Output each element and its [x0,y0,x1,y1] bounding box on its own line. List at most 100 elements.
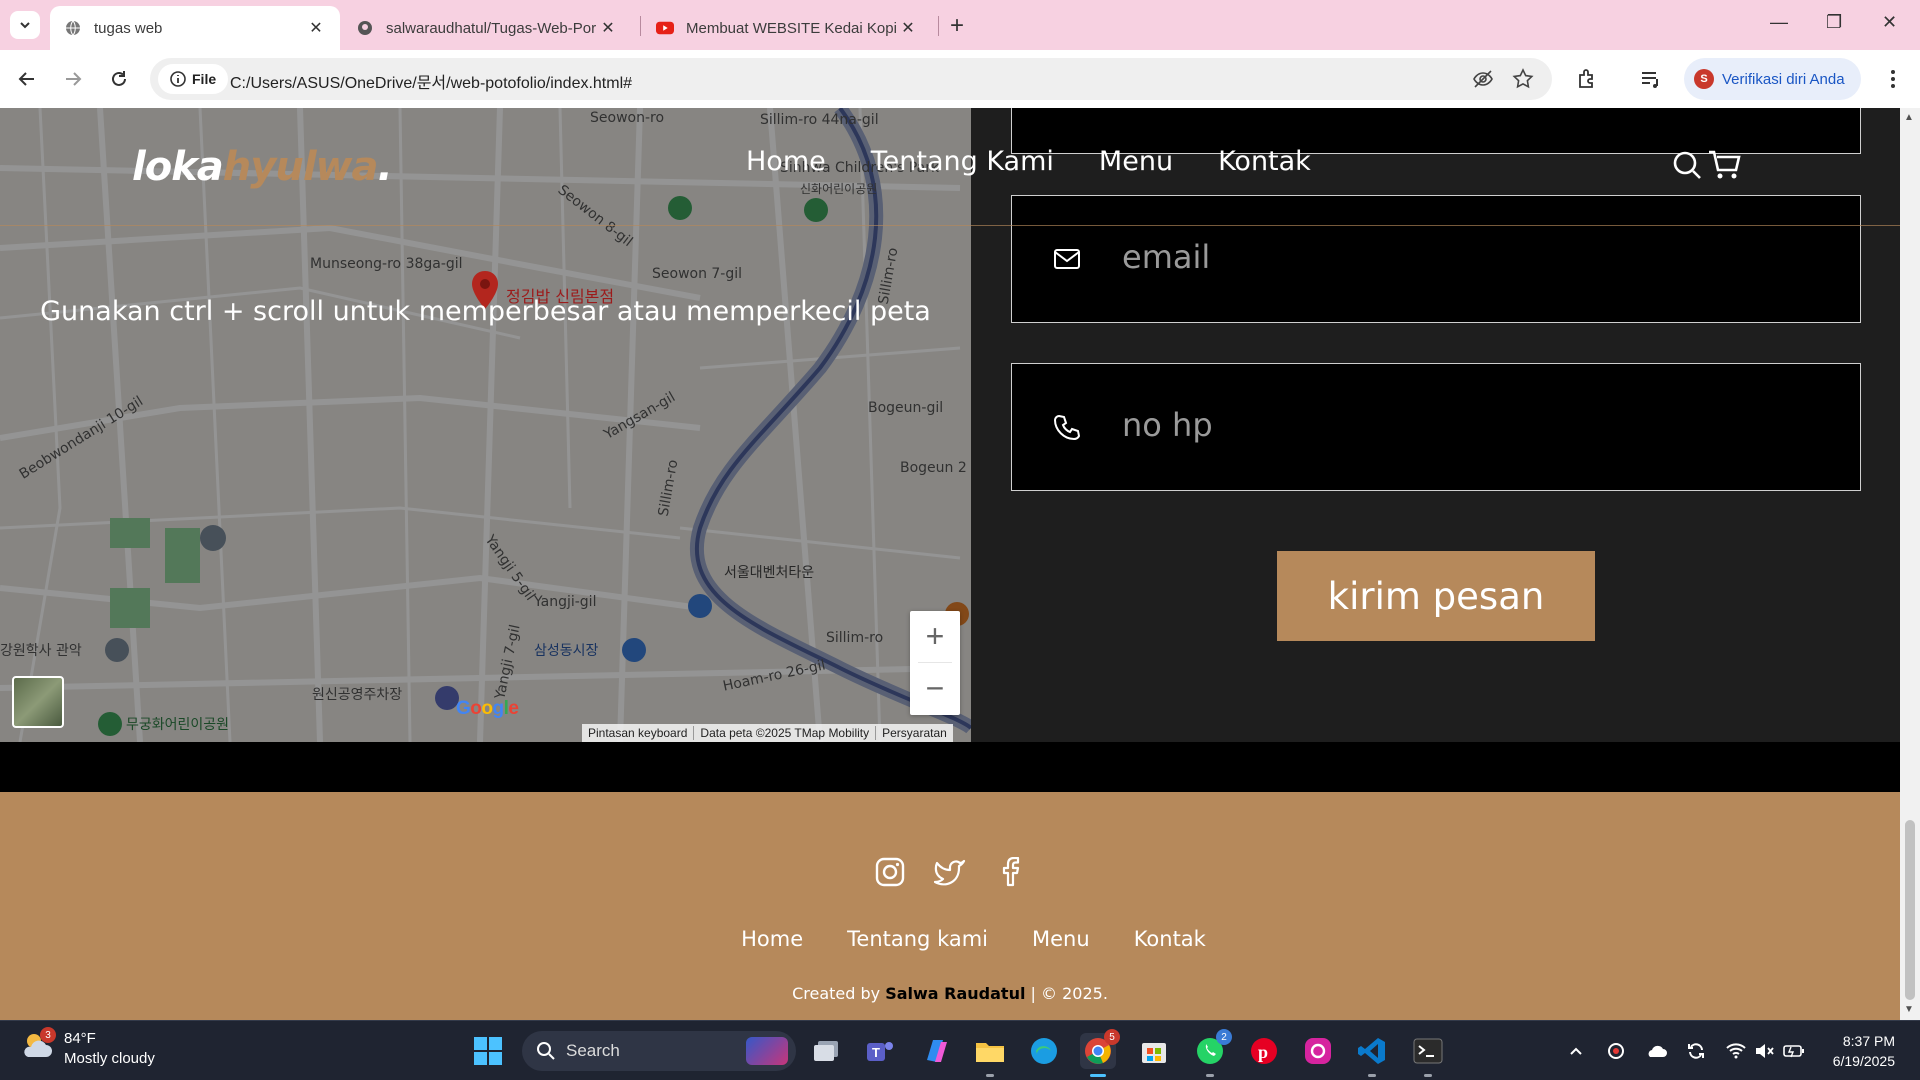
footer-link-kontak[interactable]: Kontak [1134,927,1206,951]
terminal-icon[interactable] [1410,1033,1446,1077]
media-control-icon[interactable] [1638,66,1664,92]
footer-links: Home Tentang kami Menu Kontak [0,927,1900,951]
page-viewport: Seowon-ro Sillim-ro 44na-gil Sinhwa Chil… [0,108,1900,1020]
bookmark-star-icon[interactable] [1512,68,1534,90]
system-clock[interactable]: 8:37 PM 6/19/2025 [1815,1031,1895,1071]
running-indicator [986,1074,994,1077]
start-button[interactable] [470,1033,506,1069]
search-label: Search [566,1041,620,1060]
map-zoom-control: + − [910,611,960,715]
chrome-icon[interactable]: 5 [1080,1029,1120,1077]
keyboard-shortcuts-link[interactable]: Pintasan keyboard [582,726,695,740]
map-attribution: Pintasan keyboard Data peta ©2025 TMap M… [582,724,953,742]
vscode-icon[interactable] [1354,1033,1390,1077]
tab-close-button[interactable]: ✕ [306,18,326,38]
running-indicator [1206,1074,1214,1077]
back-button[interactable] [12,64,42,94]
zoom-in-button[interactable]: + [910,611,960,662]
credit-suffix: | © 2025. [1025,984,1108,1003]
map-satellite-toggle[interactable] [12,676,64,728]
info-icon [170,71,186,87]
logo-part2: hyulwa [222,144,379,190]
onedrive-icon[interactable] [1644,1039,1668,1063]
github-icon [356,19,374,37]
site-footer: Home Tentang kami Menu Kontak Created by… [0,792,1900,1020]
search-icon[interactable] [1670,148,1704,182]
zoom-out-button[interactable]: − [910,663,960,714]
wifi-icon[interactable] [1724,1039,1748,1063]
page-scrollbar[interactable]: ▲ ▼ [1900,108,1920,1020]
eye-off-icon[interactable] [1472,68,1494,90]
shopping-cart-icon[interactable] [1708,148,1742,182]
tab-tugas-web[interactable]: tugas web ✕ [50,6,340,50]
more-menu-icon[interactable] [1880,66,1906,92]
battery-icon[interactable] [1782,1039,1806,1063]
task-view-icon[interactable] [808,1033,844,1069]
tab-title: salwaraudhatul/Tugas-Web-Por [386,19,597,37]
facebook-icon[interactable] [994,856,1026,888]
restore-button[interactable]: ❐ [1826,12,1842,33]
tab-close-button[interactable]: ✕ [598,18,618,38]
terms-link[interactable]: Persyaratan [876,726,953,740]
pinterest-icon[interactable]: p [1246,1033,1282,1069]
windows-icon [474,1037,502,1065]
weather-desc: Mostly cloudy [64,1050,155,1067]
arrow-left-icon [18,72,34,86]
extensions-icon[interactable] [1574,66,1600,92]
mail-icon [1052,244,1082,274]
phone-icon [1052,412,1082,442]
running-indicator [1424,1074,1432,1077]
tab-close-button[interactable]: ✕ [898,18,918,38]
section-divider [0,742,1900,792]
twitter-icon[interactable] [934,856,966,888]
instagram-app-icon[interactable] [1300,1033,1336,1069]
scroll-up-arrow[interactable]: ▲ [1904,112,1914,123]
forward-button[interactable] [58,64,88,94]
site-logo[interactable]: lokahyulwa. [132,144,393,190]
chevron-up-icon[interactable] [1564,1039,1588,1063]
nav-link-menu[interactable]: Menu [1099,146,1173,177]
tab-github[interactable]: salwaraudhatul/Tugas-Web-Por ✕ [342,6,632,50]
taskbar-search[interactable]: Search [522,1031,796,1071]
url-text[interactable]: C:/Users/ASUS/OneDrive/문서/web-potofolio/… [230,69,632,93]
tab-search-button[interactable] [10,11,40,39]
reload-button[interactable] [104,64,134,94]
whatsapp-icon[interactable]: 2 [1192,1029,1232,1077]
teams-icon[interactable]: T [862,1033,898,1069]
footer-link-home[interactable]: Home [741,927,803,951]
clock-time: 8:37 PM [1842,1033,1895,1049]
copilot-icon[interactable] [918,1033,954,1069]
windows-taskbar: 3 84°F Mostly cloudy Search T 5 2 p 8:37… [0,1020,1920,1080]
scroll-down-arrow[interactable]: ▼ [1904,1004,1914,1015]
tab-youtube[interactable]: Membuat WEBSITE Kedai Kopi I ✕ [642,6,932,50]
weather-widget[interactable]: 3 84°F Mostly cloudy [20,1027,155,1069]
submit-button[interactable]: kirim pesan [1277,551,1595,641]
minimize-button[interactable]: — [1770,12,1788,33]
whatsapp-badge: 2 [1216,1029,1232,1045]
phone-field[interactable]: no hp [1011,363,1861,491]
sync-icon[interactable] [1684,1039,1708,1063]
site-info-chip[interactable]: File [158,64,229,94]
footer-link-tentang-kami[interactable]: Tentang kami [847,927,988,951]
address-bar[interactable]: File C:/Users/ASUS/OneDrive/문서/web-potof… [150,58,1552,100]
antivirus-icon[interactable] [1604,1039,1628,1063]
nav-link-home[interactable]: Home [746,146,826,177]
nav-link-kontak[interactable]: Kontak [1218,146,1311,177]
profile-button[interactable]: S Verifikasi diri Anda [1684,58,1861,100]
close-window-button[interactable]: ✕ [1882,12,1897,33]
globe-icon [64,19,82,37]
footer-link-menu[interactable]: Menu [1032,927,1090,951]
map-zoom-hint: Gunakan ctrl + scroll untuk memperbesar … [40,296,931,327]
tab-separator [640,16,641,36]
speaker-muted-icon[interactable] [1752,1039,1776,1063]
edge-icon[interactable] [1026,1033,1062,1069]
tab-title: tugas web [94,19,163,37]
scrollbar-thumb[interactable] [1905,820,1915,1000]
search-icon [537,1042,555,1060]
file-explorer-icon[interactable] [972,1033,1008,1077]
logo-dot: . [377,144,392,190]
nav-link-tentang-kami[interactable]: Tentang Kami [871,146,1054,177]
instagram-icon[interactable] [874,856,906,888]
microsoft-store-icon[interactable] [1136,1033,1172,1069]
new-tab-button[interactable]: + [950,12,964,40]
